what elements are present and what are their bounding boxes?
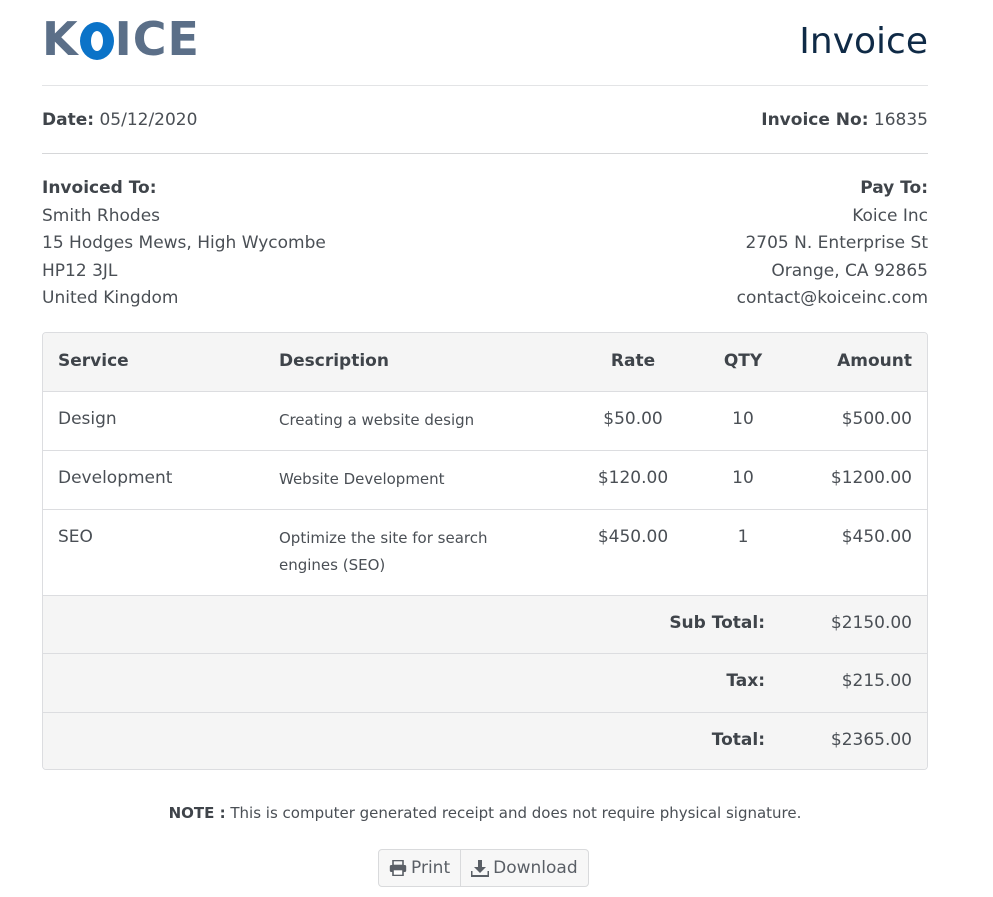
invoiced-to-block: Invoiced To: Smith Rhodes 15 Hodges Mews… (42, 175, 326, 313)
row-amount: $1200.00 (830, 468, 912, 488)
table-row: Development Website Development $120.00 … (43, 451, 927, 510)
tax-label: Tax: (726, 671, 765, 691)
invoice-title: Invoice (799, 21, 928, 62)
action-buttons: Print Download (378, 849, 589, 887)
row-rate: $120.00 (597, 468, 669, 488)
subtotal-label: Sub Total: (669, 613, 765, 633)
koice-logo: K ICE (42, 14, 200, 64)
invoice-no-label: Invoice No: (761, 110, 869, 130)
date-value: 05/12/2020 (99, 110, 198, 130)
download-button[interactable]: Download (460, 850, 588, 886)
row-description: Optimize the site for search engines (SE… (279, 529, 488, 574)
row-service: Development (58, 468, 173, 488)
invoice-no-value: 16835 (873, 110, 928, 130)
invoice-page: K ICE Invoice Date: 05/12/2020 Invoice No… (0, 0, 993, 897)
total-value: $2365.00 (830, 730, 912, 750)
table-header-row: Service Description Rate QTY Amount (43, 333, 927, 392)
printer-icon (389, 860, 407, 876)
tax-value: $215.00 (841, 671, 912, 691)
row-amount: $450.00 (841, 527, 912, 547)
invoiced-to-name: Smith Rhodes (42, 205, 161, 226)
pay-to-label: Pay To: (860, 178, 928, 198)
note-text: This is computer generated receipt and d… (230, 804, 802, 822)
note-label: NOTE : (168, 804, 226, 822)
row-qty: 10 (732, 409, 754, 429)
pay-to-city: Orange, CA 92865 (771, 260, 928, 281)
tax-row: Tax: $215.00 (43, 654, 927, 713)
row-rate: $450.00 (597, 527, 669, 547)
invoiced-to-postcode: HP12 3JL (42, 260, 118, 281)
pay-to-email[interactable]: contact@koiceinc.com (737, 285, 928, 313)
date-label: Date: (42, 110, 95, 130)
invoice-header: K ICE Invoice (42, 14, 928, 72)
pay-to-street: 2705 N. Enterprise St (745, 233, 928, 253)
subtotal-row: Sub Total: $2150.00 (43, 596, 927, 654)
logo-o-mark-icon (79, 22, 114, 60)
print-button[interactable]: Print (379, 850, 460, 886)
header-rate: Rate (610, 351, 656, 371)
row-qty: 10 (732, 468, 754, 488)
table-row: SEO Optimize the site for search engines… (43, 510, 927, 596)
header-amount: Amount (837, 351, 912, 371)
row-description: Creating a website design (279, 411, 475, 429)
row-amount: $500.00 (841, 409, 912, 429)
invoiced-to-label: Invoiced To: (42, 178, 157, 198)
subtotal-value: $2150.00 (830, 613, 912, 633)
invoiced-to-street: 15 Hodges Mews, High Wycombe (42, 233, 326, 253)
invoice-table: Service Description Rate QTY Amount Desi… (42, 332, 928, 770)
row-rate: $50.00 (603, 409, 663, 429)
row-service: SEO (58, 527, 93, 547)
header-divider (42, 85, 928, 86)
header-description: Description (279, 351, 389, 371)
invoice-date: Date: 05/12/2020 (42, 108, 197, 132)
logo-letter-k: K (42, 12, 79, 66)
invoice-number: Invoice No: 16835 (761, 108, 928, 132)
row-description: Website Development (279, 470, 445, 488)
download-icon (471, 859, 490, 877)
table-row: Design Creating a website design $50.00 … (43, 392, 927, 451)
meta-divider (42, 153, 928, 154)
row-service: Design (58, 409, 117, 429)
logo-letters-ice: ICE (114, 12, 200, 66)
header-qty: QTY (723, 351, 763, 371)
row-qty: 1 (737, 527, 749, 547)
pay-to-company: Koice Inc (852, 205, 928, 226)
total-label: Total: (711, 730, 765, 750)
print-label: Print (411, 858, 451, 878)
header-service: Service (58, 351, 129, 371)
pay-to-block: Pay To: Koice Inc 2705 N. Enterprise St … (737, 175, 928, 313)
total-row: Total: $2365.00 (43, 713, 927, 769)
invoiced-to-country: United Kingdom (42, 288, 179, 308)
receipt-note: NOTE : This is computer generated receip… (42, 804, 928, 822)
download-label: Download (493, 858, 578, 878)
